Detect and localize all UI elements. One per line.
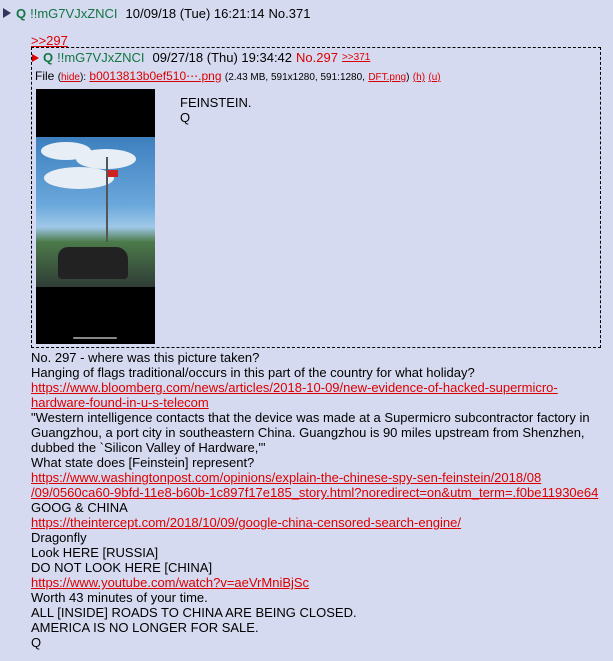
quoted-line: Q <box>180 110 191 125</box>
quoted-post: Q !!mG7VJxZNCI 09/27/18 (Thu) 19:34:42 N… <box>31 47 601 348</box>
body-line: ALL [INSIDE] ROADS TO CHINA ARE BEING CL… <box>31 605 357 620</box>
quoted-post-header: Q !!mG7VJxZNCI 09/27/18 (Thu) 19:34:42 N… <box>32 50 370 65</box>
dft-link[interactable]: DFT.png <box>368 72 406 83</box>
body-line: DO NOT LOOK HERE [CHINA] <box>31 560 213 575</box>
quoted-post-backref[interactable]: >>371 <box>342 52 370 63</box>
home-indicator <box>73 337 117 339</box>
body-line: GOOG & CHINA <box>31 500 128 515</box>
file-meta: (2.43 MB, 591x1280, 591:1280, <box>224 72 365 83</box>
bloomberg-link-cont[interactable]: hardware-found-in-u-s-telecom <box>31 395 606 410</box>
post-header: Q !!mG7VJxZNCI 10/09/18 (Tue) 16:21:14 N… <box>3 4 310 22</box>
youtube-link[interactable]: https://www.youtube.com/watch?v=aeVrMniB… <box>31 575 606 590</box>
quote-text: "Western intelligence contacts that the … <box>31 410 590 455</box>
quoted-post-text: FEINSTEIN. Q <box>180 95 252 125</box>
expand-triangle-icon[interactable] <box>3 8 11 18</box>
quoted-poster-tripcode: !!mG7VJxZNCI <box>57 50 145 65</box>
body-line: No. 297 - where was this picture taken? <box>31 350 260 365</box>
body-line: Hanging of flags traditional/occurs in t… <box>31 365 475 380</box>
post-body: No. 297 - where was this picture taken? … <box>31 350 606 650</box>
body-line: Dragonfly <box>31 530 87 545</box>
body-line: Look HERE [RUSSIA] <box>31 545 159 560</box>
washingtonpost-link-cont[interactable]: /09/0560ca60-9bfd-11e8-b60b-1c897f17e185… <box>31 485 606 500</box>
intercept-link[interactable]: https://theintercept.com/2018/10/09/goog… <box>31 515 606 530</box>
quoted-poster-name: Q <box>43 50 54 65</box>
quoted-post-date: 09/27/18 (Thu) 19:34:42 <box>152 50 293 65</box>
hide-link[interactable]: hide <box>61 72 80 83</box>
quoted-post-number[interactable]: No.297 <box>296 50 338 65</box>
u-link[interactable]: (u) <box>428 72 440 83</box>
quote-backlink[interactable]: >>297 <box>31 33 68 48</box>
poster-tripcode: !!mG7VJxZNCI <box>30 5 118 21</box>
photo-sky-flags <box>36 137 155 287</box>
washingtonpost-link[interactable]: https://www.washingtonpost.com/opinions/… <box>31 470 606 485</box>
quoted-line: FEINSTEIN. <box>180 95 252 110</box>
bloomberg-link[interactable]: https://www.bloomberg.com/news/articles/… <box>31 380 606 395</box>
file-name-link[interactable]: b0013813b0ef510⋯.png <box>89 69 221 83</box>
post-date: 10/09/18 (Tue) 16:21:14 <box>125 5 265 21</box>
attached-image-thumbnail[interactable] <box>36 89 155 344</box>
body-line: AMERICA IS NO LONGER FOR SALE. <box>31 620 259 635</box>
quoted-triangle-icon[interactable] <box>32 53 39 62</box>
body-line: Worth 43 minutes of your time. <box>31 590 208 605</box>
body-line: What state does [Feinstein] represent? <box>31 455 255 470</box>
signature: Q <box>31 635 42 650</box>
poster-name: Q <box>16 5 27 21</box>
file-info: File (hide): b0013813b0ef510⋯.png (2.43 … <box>35 69 441 83</box>
file-label: File <box>35 69 55 83</box>
post-number[interactable]: No.371 <box>269 6 311 21</box>
h-link[interactable]: (h) <box>413 72 425 83</box>
